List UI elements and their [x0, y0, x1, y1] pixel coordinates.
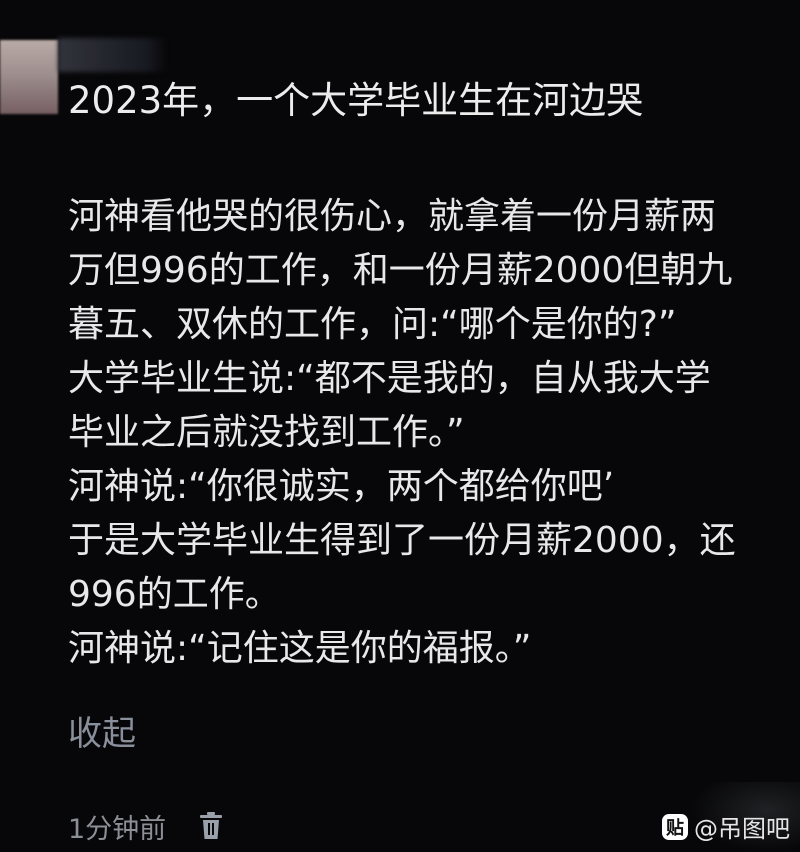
- post-line: 万但996的工作，和一份月薪2000但朝九: [68, 250, 733, 291]
- watermark: 贴 @吊图吧: [662, 809, 790, 844]
- post-line: 河神看他哭的很伤心，就拿着一份月薪两: [68, 196, 717, 237]
- post-line: 996的工作。: [68, 574, 281, 615]
- post-line: 河神说:“你很诚实，两个都给你吧’: [68, 466, 615, 507]
- post-line: 于是大学毕业生得到了一份月薪2000，还: [68, 520, 736, 561]
- post-body: 河神看他哭的很伤心，就拿着一份月薪两 万但996的工作，和一份月薪2000但朝九…: [68, 190, 788, 676]
- post-line: 河神说:“记住这是你的福报。”: [68, 628, 532, 669]
- post-title: 2023年，一个大学毕业生在河边哭: [68, 79, 644, 122]
- post-line: 大学毕业生说:“都不是我的，自从我大学: [68, 358, 711, 399]
- collapse-button[interactable]: 收起: [68, 710, 136, 758]
- avatar[interactable]: [0, 40, 58, 114]
- timestamp: 1分钟前: [68, 813, 167, 845]
- post-line: 毕业之后就没找到工作。”: [68, 412, 465, 453]
- post-line: 暮五、双休的工作，问:“哪个是你的?”: [68, 304, 677, 345]
- delete-button[interactable]: [196, 809, 226, 843]
- tieba-logo-icon: 贴: [662, 813, 688, 840]
- watermark-text: @吊图吧: [694, 815, 790, 843]
- post-meta: 1分钟前: [68, 806, 226, 846]
- trash-icon: [200, 812, 223, 839]
